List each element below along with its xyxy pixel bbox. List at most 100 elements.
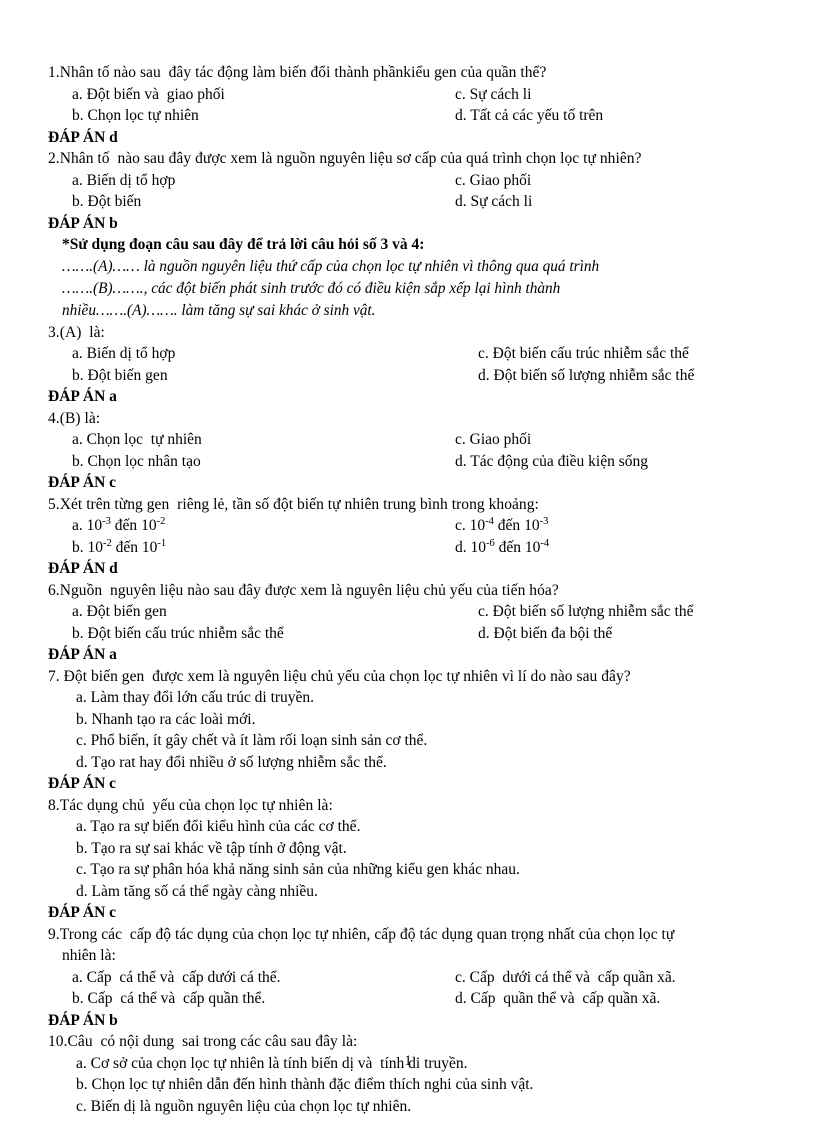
question-3-options-row-2: b. Đột biến gen d. Đột biến số lượng nhi… bbox=[48, 365, 768, 387]
question-6-option-c: c. Đột biến số lượng nhiễm sắc thể bbox=[478, 603, 694, 620]
question-2-options-row-2: b. Đột biến d. Sự cách li bbox=[48, 191, 768, 213]
question-9-number: 9. bbox=[48, 925, 60, 943]
question-1-option-a: a. Đột biến và giao phối bbox=[72, 85, 225, 103]
question-5-text: Xét trên từng gen riêng lẻ, tần số đột b… bbox=[59, 495, 539, 513]
question-4-option-a: a. Chọn lọc tự nhiên bbox=[72, 431, 202, 448]
question-7-answer: ĐÁP ÁN c bbox=[48, 775, 117, 792]
question-1-answer: ĐÁP ÁN d bbox=[48, 128, 118, 146]
question-1-options-row-1: a. Đột biến và giao phối c. Sự cách li bbox=[48, 84, 768, 106]
exam-content: 1.Nhân tố nào sau đây tác động làm biến … bbox=[48, 62, 768, 1117]
question-8-option-c: c. Tạo ra sự phân hóa khả năng sinh sản … bbox=[76, 861, 520, 878]
question-3-option-a: a. Biến dị tổ hợp bbox=[72, 345, 176, 362]
question-7-number: 7. bbox=[48, 667, 60, 685]
question-4-number: 4. bbox=[48, 409, 60, 427]
question-3-option-c: c. Đột biến cấu trúc nhiễm sắc thể bbox=[478, 345, 689, 362]
option-c-base1: 10 bbox=[469, 517, 486, 534]
option-d-base2: 10 bbox=[524, 538, 541, 556]
question-5-number: 5. bbox=[48, 495, 60, 513]
question-2-option-b: b. Đột biến bbox=[72, 193, 142, 210]
question-7-option-d: d. Tạo rat hay đổi nhiều ở số lượng nhiễ… bbox=[76, 753, 387, 771]
question-1-option-d: d. Tất cả các yếu tố trên bbox=[455, 107, 604, 124]
question-8-text: Tác dụng chủ yếu của chọn lọc tự nhiên l… bbox=[59, 796, 333, 814]
question-9-option-d: d. Cấp quần thể và cấp quần xã. bbox=[455, 990, 661, 1007]
question-1-option-b: b. Chọn lọc tự nhiên bbox=[72, 107, 199, 124]
question-9-option-a: a. Cấp cá thể và cấp dưới cá thể. bbox=[72, 968, 281, 986]
question-1-option-c: c. Sự cách li bbox=[455, 85, 532, 103]
option-d-label: d. bbox=[455, 538, 471, 556]
question-1-number: 1. bbox=[48, 64, 60, 81]
question-9-option-b: b. Cấp cá thể và cấp quần thể. bbox=[72, 990, 266, 1007]
option-a-exp2: -2 bbox=[156, 515, 166, 527]
question-4-option-c: c. Giao phối bbox=[455, 431, 532, 448]
question-2-option-a: a. Biến dị tổ hợp bbox=[72, 171, 176, 189]
question-7-option-b: b. Nhanh tạo ra các loài mới. bbox=[76, 710, 256, 728]
option-a-base2: 10 bbox=[141, 517, 157, 534]
question-1-text: Nhân tố nào sau đây tác động làm biến đổ… bbox=[59, 64, 547, 81]
option-a-base1: 10 bbox=[86, 517, 103, 534]
option-c-mid: đến bbox=[493, 517, 525, 534]
option-d-base1: 10 bbox=[470, 538, 487, 556]
option-c-base2: 10 bbox=[524, 517, 540, 534]
question-10-text: Câu có nội dung sai trong các câu sau đâ… bbox=[67, 1033, 358, 1050]
question-3-answer: ĐÁP ÁN a bbox=[48, 388, 117, 405]
question-9-answer: ĐÁP ÁN b bbox=[48, 1011, 118, 1029]
question-8-option-d: d. Làm tăng số cá thể ngày càng nhiều. bbox=[76, 882, 318, 900]
question-3-option-b: b. Đột biến gen bbox=[72, 366, 168, 384]
question-3-text: (A) là: bbox=[59, 323, 105, 341]
question-7-text: Đột biến gen được xem là nguyên liệu chủ… bbox=[59, 667, 631, 685]
question-3-options-row-1: a. Biến dị tổ hợp c. Đột biến cấu trúc n… bbox=[48, 343, 768, 365]
question-5-options-row-2: b. 10-2 đến 10-1 d. 10-6 đến 10-4 bbox=[48, 537, 768, 559]
question-6-option-a: a. Đột biến gen bbox=[72, 603, 167, 620]
question-7-option-c: c. Phổ biến, ít gây chết và ít làm rối l… bbox=[76, 732, 428, 749]
option-d-mid: đến bbox=[494, 538, 525, 556]
option-b-exp1: -2 bbox=[103, 537, 112, 549]
document-page: 1.Nhân tố nào sau đây tác động làm biến … bbox=[0, 0, 816, 1123]
question-6-number: 6. bbox=[48, 581, 60, 599]
question-1-prompt: 1.Nhân tố nào sau đây tác động làm biến … bbox=[48, 62, 768, 84]
option-b-mid: đến bbox=[111, 538, 142, 556]
question-7-option-a: a. Làm thay đổi lớn cấu trúc di truyền. bbox=[76, 689, 315, 706]
question-5-option-c: c. 10-4 đến 10-3 bbox=[455, 515, 768, 537]
option-c-label: c. bbox=[455, 517, 470, 534]
question-4-option-d: d. Tác động của điều kiện sống bbox=[455, 452, 648, 470]
question-2-option-c: c. Giao phối bbox=[455, 171, 532, 189]
question-2-options-row-1: a. Biến dị tổ hợp c. Giao phối bbox=[48, 170, 768, 192]
question-10-prompt: 10.Câu có nội dung sai trong các câu sau… bbox=[48, 1031, 768, 1053]
question-2-text: Nhân tố nào sau đây được xem là nguồn ng… bbox=[59, 150, 642, 167]
option-b-base1: 10 bbox=[87, 538, 104, 556]
question-8-prompt: 8.Tác dụng chủ yếu của chọn lọc tự nhiên… bbox=[48, 795, 768, 817]
option-d-exp1: -6 bbox=[486, 537, 495, 549]
question-3-option-d: d. Đột biến số lượng nhiễm sắc thể bbox=[478, 366, 695, 384]
question-10-number: 10. bbox=[48, 1033, 68, 1050]
page-number: 1 bbox=[404, 1053, 412, 1069]
question-3-number: 3. bbox=[48, 323, 60, 341]
question-6-prompt: 6.Nguồn nguyên liệu nào sau đây được xem… bbox=[48, 580, 768, 602]
question-9-prompt: 9.Trong các cấp độ tác dụng của chọn lọc… bbox=[48, 924, 768, 946]
question-8-option-a: a. Tạo ra sự biến đổi kiểu hình của các … bbox=[76, 818, 361, 835]
option-b-base2: 10 bbox=[141, 538, 158, 556]
question-6-options-row-1: a. Đột biến gen c. Đột biến số lượng nhi… bbox=[48, 601, 768, 623]
question-7-prompt: 7. Đột biến gen được xem là nguyên liệu … bbox=[48, 666, 768, 688]
question-1-options-row-2: b. Chọn lọc tự nhiên d. Tất cả các yếu t… bbox=[48, 105, 768, 127]
question-2-number: 2. bbox=[48, 150, 60, 167]
question-10-option-c: c. Biến dị là nguồn nguyên liệu của chọn… bbox=[76, 1097, 412, 1115]
option-b-label: b. bbox=[72, 538, 88, 556]
option-d-exp2: -4 bbox=[540, 537, 550, 549]
question-9-prompt-line-2: nhiên là: bbox=[62, 947, 116, 964]
question-6-option-b: b. Đột biến cấu trúc nhiễm sắc thể bbox=[72, 624, 284, 642]
option-c-exp1: -4 bbox=[485, 515, 494, 527]
question-4-answer: ĐÁP ÁN c bbox=[48, 474, 117, 491]
question-8-number: 8. bbox=[48, 796, 60, 814]
question-6-option-d: d. Đột biến đa bội thể bbox=[478, 624, 613, 642]
passage-line-1: …….(A)…… là nguồn nguyên liệu thứ cấp củ… bbox=[62, 257, 600, 275]
question-4-options-row-1: a. Chọn lọc tự nhiên c. Giao phối bbox=[48, 429, 768, 451]
question-9-options-row-1: a. Cấp cá thể và cấp dưới cá thể. c. Cấp… bbox=[48, 967, 768, 989]
passage-header: *Sử dụng đoạn câu sau đây để trả lời câu… bbox=[62, 236, 425, 253]
question-5-options-row-1: a. 10-3 đến 10-2 c. 10-4 đến 10-3 bbox=[48, 515, 768, 537]
question-4-text: (B) là: bbox=[59, 409, 101, 427]
option-a-exp1: -3 bbox=[102, 515, 111, 527]
question-9-options-row-2: b. Cấp cá thể và cấp quần thể. d. Cấp qu… bbox=[48, 988, 768, 1010]
question-2-answer: ĐÁP ÁN b bbox=[48, 214, 118, 232]
passage-line-3: nhiều…….(A)……. làm tăng sự sai khác ở si… bbox=[62, 301, 376, 319]
option-b-exp2: -1 bbox=[157, 537, 167, 549]
